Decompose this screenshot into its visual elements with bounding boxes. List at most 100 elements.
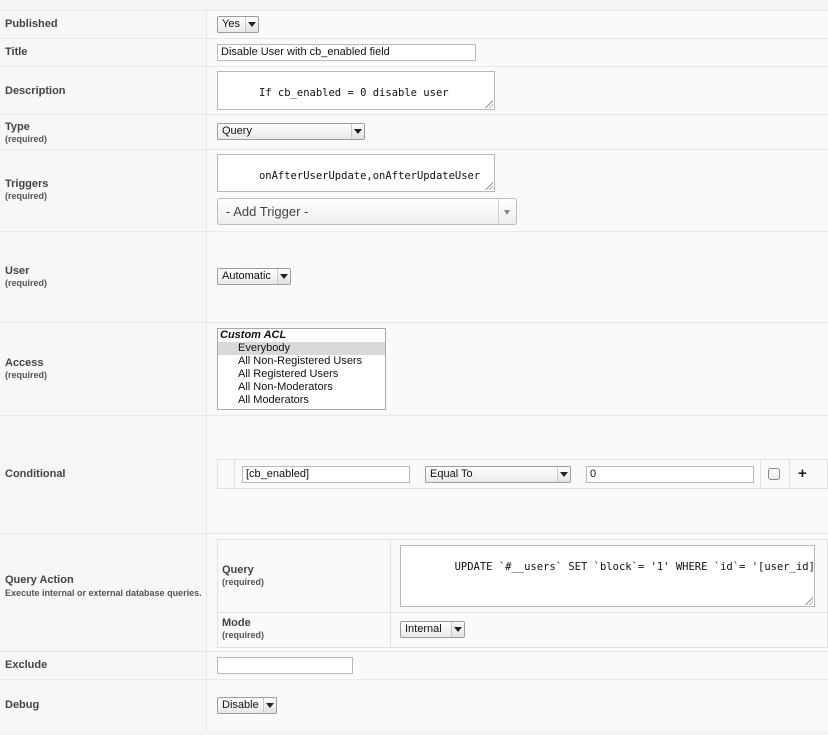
column-divider bbox=[760, 460, 761, 488]
row-conditional: Conditional [cb_enabled] Equal To 0 + bbox=[0, 415, 828, 533]
title-input[interactable]: Disable User with cb_enabled field bbox=[217, 44, 476, 61]
user-required: (required) bbox=[5, 278, 48, 288]
access-required: (required) bbox=[5, 370, 48, 380]
add-trigger-placeholder: - Add Trigger - bbox=[226, 204, 309, 219]
user-value: Automatic bbox=[222, 270, 271, 282]
value-cell: Disable bbox=[207, 680, 828, 730]
conditional-field-input[interactable]: [cb_enabled] bbox=[242, 466, 410, 483]
label-cell: Exclude bbox=[0, 652, 207, 679]
type-label: Type bbox=[5, 121, 30, 133]
resize-grip-icon[interactable] bbox=[484, 181, 493, 190]
resize-grip-icon[interactable] bbox=[804, 596, 813, 605]
access-option[interactable]: All Registered Users bbox=[218, 368, 385, 381]
type-required: (required) bbox=[5, 134, 48, 144]
label-cell: Query Action Execute internal or externa… bbox=[0, 534, 207, 651]
column-divider bbox=[390, 540, 391, 647]
published-value: Yes bbox=[222, 18, 240, 30]
user-select[interactable]: Automatic bbox=[217, 268, 291, 285]
value-cell: Automatic bbox=[207, 232, 828, 322]
user-label: User bbox=[5, 265, 30, 277]
conditional-value-input[interactable]: 0 bbox=[586, 466, 754, 483]
triggers-textarea[interactable]: onAfterUserUpdate,onAfterUpdateUser bbox=[217, 154, 495, 192]
triggers-required: (required) bbox=[5, 191, 48, 201]
chevron-down-icon bbox=[451, 622, 464, 637]
value-cell: Yes bbox=[207, 11, 828, 38]
label-cell: User (required) bbox=[0, 232, 207, 322]
chevron-down-icon bbox=[351, 124, 364, 139]
bottom-band bbox=[0, 730, 828, 735]
row-debug: Debug Disable bbox=[0, 679, 828, 730]
plus-icon[interactable]: + bbox=[798, 466, 807, 481]
value-cell: onAfterUserUpdate,onAfterUpdateUser - Ad… bbox=[207, 150, 828, 231]
access-label: Access bbox=[5, 357, 44, 369]
mode-select[interactable]: Internal bbox=[400, 621, 465, 638]
row-query-action: Query Action Execute internal or externa… bbox=[0, 533, 828, 651]
exclude-label: Exclude bbox=[5, 659, 48, 671]
debug-value: Disable bbox=[222, 699, 259, 711]
label-cell: Type (required) bbox=[0, 115, 207, 149]
value-cell: Query bbox=[207, 115, 828, 149]
query-action-table: Query (required) UPDATE `#__users` SET `… bbox=[217, 539, 828, 648]
published-label: Published bbox=[5, 18, 58, 30]
value-cell bbox=[207, 652, 828, 679]
query-required: (required) bbox=[222, 577, 265, 587]
access-group-label: Custom ACL bbox=[220, 329, 287, 341]
mode-required: (required) bbox=[222, 630, 265, 640]
value-cell: [cb_enabled] Equal To 0 + bbox=[207, 416, 828, 533]
label-cell: Published bbox=[0, 11, 207, 38]
resize-grip-icon[interactable] bbox=[484, 99, 493, 108]
query-textarea[interactable]: UPDATE `#__users` SET `block`= '1' WHERE… bbox=[400, 545, 815, 607]
value-cell: Query (required) UPDATE `#__users` SET `… bbox=[207, 534, 828, 651]
chevron-down-icon bbox=[277, 269, 290, 284]
mode-value: Internal bbox=[405, 623, 442, 635]
value-cell: Disable User with cb_enabled field bbox=[207, 39, 828, 66]
column-divider bbox=[234, 460, 235, 488]
column-divider bbox=[789, 460, 790, 488]
conditional-checkbox[interactable] bbox=[768, 468, 780, 480]
chevron-down-icon bbox=[557, 467, 570, 482]
published-select[interactable]: Yes bbox=[217, 16, 259, 33]
description-value: If cb_enabled = 0 disable user bbox=[258, 87, 449, 99]
debug-select[interactable]: Disable bbox=[217, 697, 277, 714]
add-trigger-select[interactable]: - Add Trigger - bbox=[217, 198, 517, 225]
access-listbox[interactable]: Custom ACL Everybody All Non-Registered … bbox=[217, 328, 386, 410]
label-cell: Access (required) bbox=[0, 323, 207, 415]
access-option[interactable]: Everybody bbox=[218, 342, 385, 355]
row-description: Description If cb_enabled = 0 disable us… bbox=[0, 66, 828, 114]
label-cell: Triggers (required) bbox=[0, 150, 207, 231]
type-value: Query bbox=[222, 125, 252, 137]
label-cell: Description bbox=[0, 67, 207, 114]
label-cell: Title bbox=[0, 39, 207, 66]
description-textarea[interactable]: If cb_enabled = 0 disable user bbox=[217, 71, 495, 110]
access-option[interactable]: All Non-Registered Users bbox=[218, 355, 385, 368]
exclude-input[interactable] bbox=[217, 657, 353, 674]
conditional-label: Conditional bbox=[5, 468, 66, 480]
label-cell: Conditional bbox=[0, 416, 207, 533]
conditional-operator-value: Equal To bbox=[430, 468, 473, 480]
label-cell: Debug bbox=[0, 680, 207, 730]
value-cell: Custom ACL Everybody All Non-Registered … bbox=[207, 323, 828, 415]
access-option[interactable]: All Non-Moderators bbox=[218, 381, 385, 394]
debug-label: Debug bbox=[5, 699, 40, 711]
chevron-down-icon bbox=[498, 199, 516, 224]
row-published: Published Yes bbox=[0, 10, 828, 38]
row-access: Access (required) Custom ACL Everybody A… bbox=[0, 322, 828, 415]
type-select[interactable]: Query bbox=[217, 123, 365, 140]
chevron-down-icon bbox=[263, 698, 276, 713]
triggers-value: onAfterUserUpdate,onAfterUpdateUser bbox=[258, 170, 481, 182]
row-title: Title Disable User with cb_enabled field bbox=[0, 38, 828, 66]
query-label-group: Query (required) bbox=[222, 564, 264, 588]
row-triggers: Triggers (required) onAfterUserUpdate,on… bbox=[0, 149, 828, 231]
triggers-label: Triggers bbox=[5, 178, 49, 190]
query-action-label: Query Action bbox=[5, 574, 74, 586]
conditional-table: [cb_enabled] Equal To 0 + bbox=[217, 459, 828, 489]
top-band bbox=[0, 0, 828, 10]
mode-label-group: Mode (required) bbox=[222, 617, 264, 641]
row-type: Type (required) Query bbox=[0, 114, 828, 149]
description-label: Description bbox=[5, 85, 66, 97]
mode-label: Mode bbox=[222, 617, 251, 629]
row-divider bbox=[218, 612, 827, 613]
conditional-operator-select[interactable]: Equal To bbox=[425, 466, 571, 483]
query-value: UPDATE `#__users` SET `block`= '1' WHERE… bbox=[454, 561, 815, 573]
access-option[interactable]: All Moderators bbox=[218, 394, 385, 407]
